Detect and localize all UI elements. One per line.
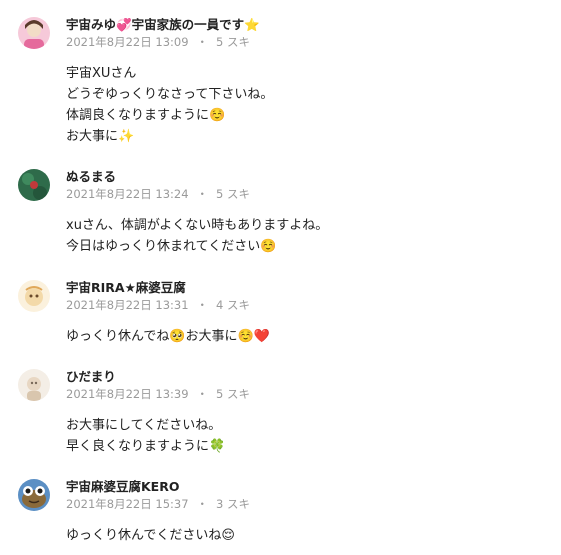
avatar-beige-icon[interactable] [18, 369, 50, 401]
meta-separator: ・ [196, 35, 209, 49]
avatar-cream-icon[interactable] [18, 280, 50, 312]
comment-author[interactable]: 宇宙麻婆豆腐KERO [66, 477, 179, 497]
comment-date[interactable]: 2021年8月22日 13:09 [66, 35, 189, 49]
avatar-green-icon[interactable] [18, 169, 50, 201]
comment-date[interactable]: 2021年8月22日 13:39 [66, 387, 189, 401]
comment-line: 宇宙XUさん [66, 66, 137, 81]
like-count[interactable]: 3 スキ [216, 497, 250, 511]
comment-date[interactable]: 2021年8月22日 13:31 [66, 298, 189, 312]
like-count[interactable]: 5 スキ [216, 187, 250, 201]
like-count[interactable]: 4 スキ [216, 298, 250, 312]
meta-separator: ・ [196, 497, 209, 511]
avatar-frog-icon[interactable] [18, 479, 50, 511]
comment-body: xuさん、体調がよくない時もありますよね。 今日はゆっくり休まれてください☺️ [66, 215, 328, 257]
comment-line: 体調良くなりますように☺️ [66, 108, 226, 123]
avatar-pink-icon[interactable] [18, 17, 50, 49]
comment-line: xuさん、体調がよくない時もありますよね。 [66, 218, 329, 233]
comment-meta: 2021年8月22日 13:24 ・ 5 スキ [66, 186, 250, 202]
comment-line: お大事にしてくださいね。 [66, 418, 222, 433]
comment-body: お大事にしてくださいね。 早く良くなりますように🍀 [66, 415, 225, 457]
comment-line: 早く良くなりますように🍀 [66, 439, 226, 454]
comment-meta: 2021年8月22日 13:39 ・ 5 スキ [66, 386, 250, 402]
comment-date[interactable]: 2021年8月22日 13:24 [66, 187, 189, 201]
comment-body: 宇宙XUさん どうぞゆっくりなさって下さいね。 体調良くなりますように☺️ お大… [66, 63, 273, 147]
comment-author[interactable]: ぬるまる [66, 167, 116, 187]
comment-author[interactable]: ひだまり [66, 367, 116, 387]
meta-separator: ・ [196, 387, 209, 401]
comment-meta: 2021年8月22日 13:31 ・ 4 スキ [66, 297, 250, 313]
comment-author[interactable]: 宇宙RIRA★麻婆豆腐 [66, 278, 186, 298]
like-count[interactable]: 5 スキ [216, 35, 250, 49]
comment-date[interactable]: 2021年8月22日 15:37 [66, 497, 189, 511]
comment-line: お大事に✨ [66, 129, 135, 144]
comment-line: どうぞゆっくりなさって下さいね。 [66, 87, 274, 102]
comment-body: ゆっくり休んでね🥺お大事に☺️❤️ [66, 326, 270, 347]
comment-line: 今日はゆっくり休まれてください☺️ [66, 239, 277, 254]
comment-body: ゆっくり休んでくださいね😌 [66, 525, 235, 546]
comment-line: ゆっくり休んでね🥺お大事に☺️❤️ [66, 329, 270, 344]
comment-author[interactable]: 宇宙みゆ💞宇宙家族の一員です⭐ [66, 15, 260, 35]
comment-line: ゆっくり休んでくださいね😌 [66, 528, 235, 543]
meta-separator: ・ [196, 187, 209, 201]
meta-separator: ・ [196, 298, 209, 312]
like-count[interactable]: 5 スキ [216, 387, 250, 401]
comment-meta: 2021年8月22日 13:09 ・ 5 スキ [66, 34, 250, 50]
comment-meta: 2021年8月22日 15:37 ・ 3 スキ [66, 496, 250, 512]
